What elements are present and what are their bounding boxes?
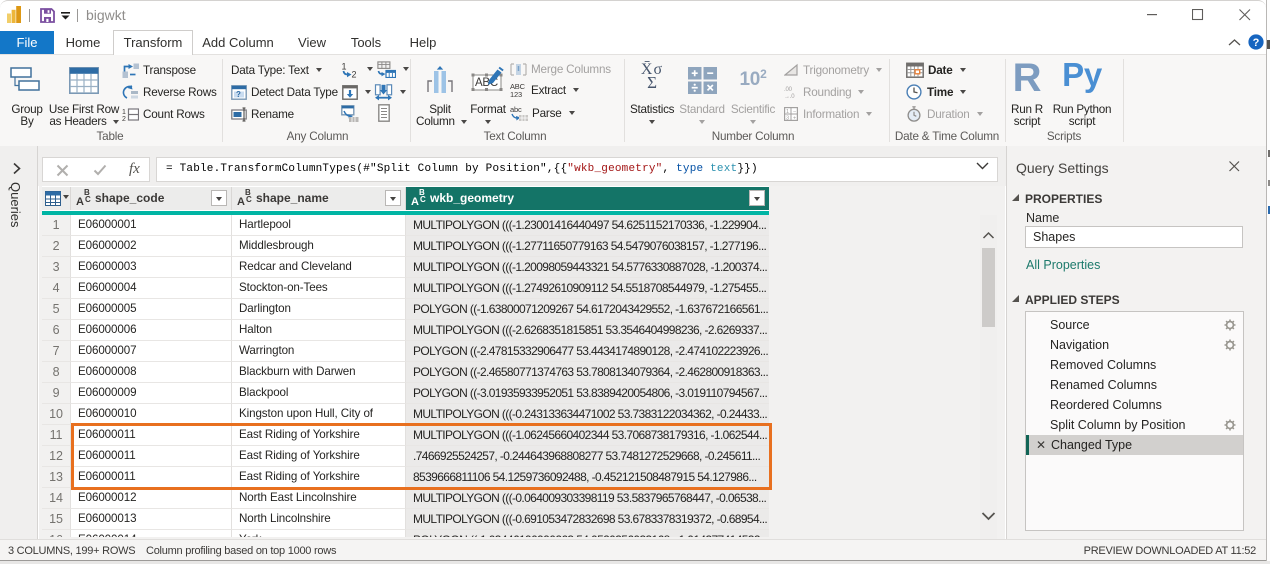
svg-text:.00: .00 (784, 87, 793, 93)
svg-text:1: 1 (122, 109, 126, 116)
svg-text:1: 1 (342, 61, 347, 71)
svg-text:+: + (793, 116, 796, 122)
svg-text:→.0: →.0 (784, 94, 795, 99)
svg-text:−: − (793, 109, 796, 115)
svg-text:2: 2 (122, 116, 126, 122)
svg-text:2: 2 (352, 69, 357, 78)
svg-text:abc: abc (510, 105, 522, 114)
svg-text:123: 123 (510, 90, 522, 98)
svg-text:1: 1 (786, 109, 789, 115)
svg-text:?: ? (1253, 37, 1260, 49)
svg-text:?: ? (236, 90, 241, 99)
svg-text:3: 3 (786, 116, 789, 122)
